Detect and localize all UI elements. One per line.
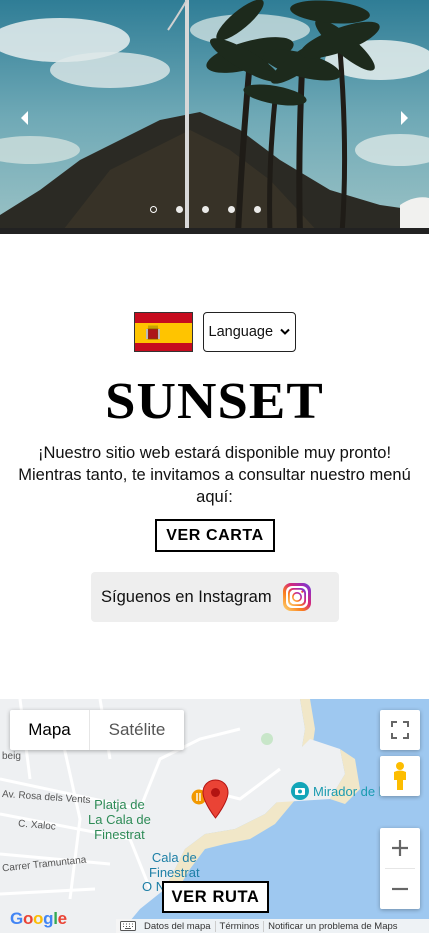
- instagram-icon: [282, 583, 311, 611]
- map-attribution: Datos del mapa Términos Notificar un pro…: [116, 919, 429, 933]
- chevron-left-icon: [21, 111, 28, 125]
- hero-image: [0, 0, 429, 234]
- location-pin-icon[interactable]: [202, 779, 229, 819]
- camera-pin-icon: [291, 782, 309, 800]
- google-logo-letter: e: [57, 909, 67, 928]
- terms-link[interactable]: Términos: [216, 920, 265, 932]
- zoom-in-button[interactable]: [380, 828, 420, 868]
- hero-carousel[interactable]: [0, 0, 429, 234]
- keyboard-icon[interactable]: [120, 921, 136, 931]
- instagram-link[interactable]: Síguenos en Instagram: [91, 572, 339, 622]
- street-label: beig: [2, 751, 21, 762]
- google-logo[interactable]: Google: [10, 909, 67, 929]
- page: Language SUNSET ¡Nuestro sitio web estar…: [0, 0, 429, 933]
- plus-icon: [392, 840, 408, 856]
- spain-flag-icon[interactable]: [133, 312, 193, 352]
- google-logo-letter: o: [33, 909, 44, 928]
- pegman-icon: [394, 762, 406, 790]
- language-row: Language: [0, 312, 429, 352]
- google-logo-letter: G: [10, 909, 23, 928]
- carousel-dot[interactable]: [176, 206, 183, 213]
- google-map[interactable]: beig Av. Rosa dels Vents C. Xaloc Carrer…: [0, 699, 429, 933]
- fullscreen-icon: [391, 721, 409, 739]
- google-logo-letter: o: [22, 909, 34, 928]
- map-type-control: Mapa Satélite: [10, 710, 184, 750]
- view-route-button[interactable]: VER RUTA: [162, 881, 269, 913]
- map-type-map-button[interactable]: Mapa: [10, 710, 89, 750]
- instagram-label: Síguenos en Instagram: [101, 587, 272, 606]
- carousel-dot[interactable]: [254, 206, 261, 213]
- map-type-satellite-button[interactable]: Satélite: [89, 710, 184, 750]
- view-menu-button[interactable]: VER CARTA: [155, 519, 275, 552]
- minus-icon: [392, 887, 408, 891]
- report-problem-link[interactable]: Notificar un problema de Maps: [264, 921, 401, 932]
- carousel-prev-button[interactable]: [14, 104, 34, 132]
- coat-of-arms-icon: [145, 325, 160, 340]
- fullscreen-button[interactable]: [380, 710, 420, 750]
- street-view-button[interactable]: [380, 756, 420, 796]
- carousel-dot[interactable]: [202, 206, 209, 213]
- place-label-cala: Cala de Finestrat: [149, 850, 200, 880]
- chevron-down-icon: [279, 328, 290, 335]
- brand-title: SUNSET: [105, 373, 324, 430]
- map-data-link[interactable]: Datos del mapa: [140, 920, 216, 932]
- carousel-indicators: [150, 206, 261, 213]
- google-logo-letter: g: [43, 909, 54, 928]
- carousel-dot[interactable]: [228, 206, 235, 213]
- coming-soon-message: ¡Nuestro sitio web estará disponible muy…: [18, 444, 411, 506]
- carousel-dot[interactable]: [150, 206, 157, 213]
- place-label-beach: Platja de La Cala de Finestrat: [88, 797, 151, 842]
- language-select-value: Language: [208, 324, 274, 340]
- language-select[interactable]: Language: [202, 312, 296, 352]
- carousel-next-button[interactable]: [395, 104, 415, 132]
- zoom-control: [380, 828, 420, 909]
- chevron-right-icon: [401, 111, 408, 125]
- zoom-out-button[interactable]: [380, 869, 420, 909]
